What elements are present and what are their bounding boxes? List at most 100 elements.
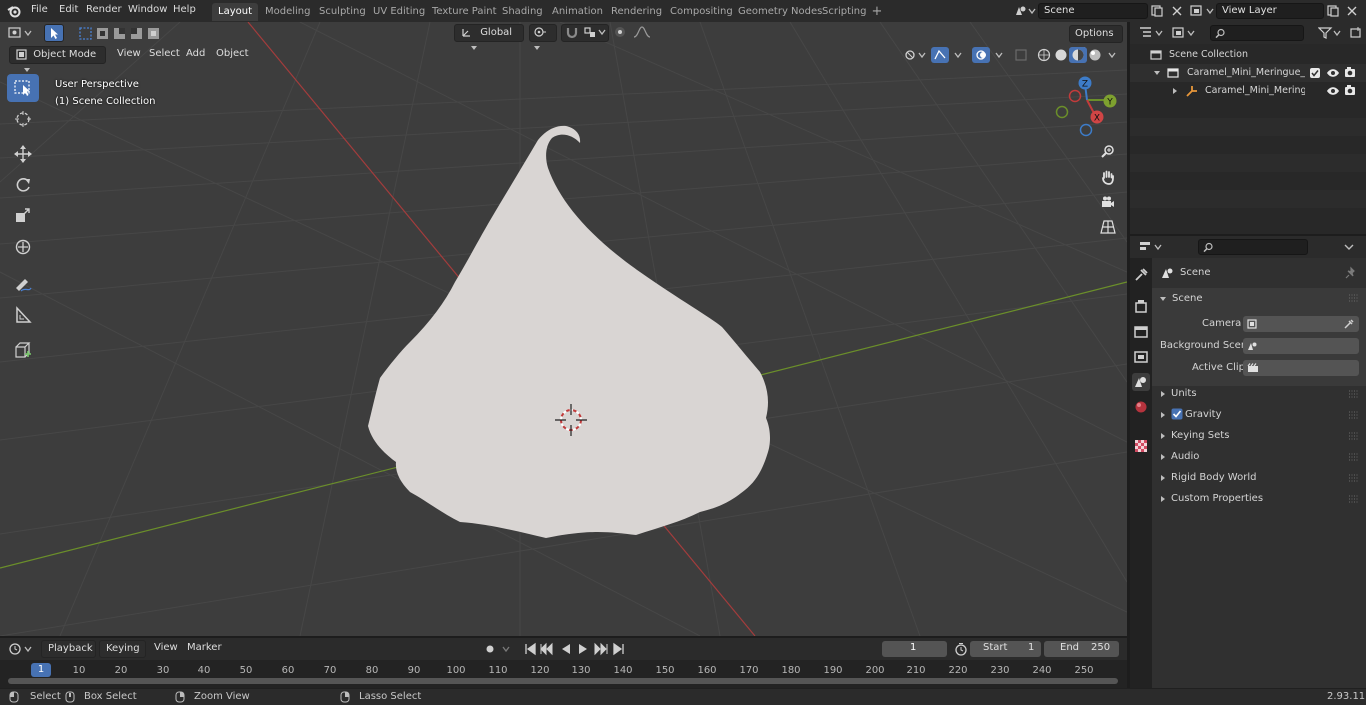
panel-rigid-body-world[interactable]: Rigid Body World (1152, 468, 1366, 488)
playback-dropdown[interactable]: Playback (41, 640, 96, 666)
tool-scale[interactable] (7, 202, 39, 230)
options-dropdown[interactable]: Options (1069, 25, 1123, 51)
camera-field[interactable] (1243, 316, 1359, 332)
drag-handle-icon[interactable] (1348, 474, 1360, 482)
outliner-search-input[interactable] (1210, 25, 1304, 41)
viewport-menu-add[interactable]: Add (180, 46, 211, 64)
tool-measure[interactable] (7, 301, 39, 329)
pivot-point-dropdown[interactable] (529, 24, 557, 50)
tab-compositing[interactable]: Compositing (664, 3, 739, 21)
keying-dropdown[interactable]: Keying (99, 640, 146, 666)
tab-animation[interactable]: Animation (546, 3, 609, 21)
viewport-menu-view[interactable]: View (111, 46, 147, 64)
menu-edit[interactable]: Edit (59, 4, 78, 15)
filter-icon[interactable] (1318, 26, 1342, 40)
scene-selector-icon[interactable] (1014, 4, 1036, 18)
viewport-overlay-shading-icons[interactable] (902, 47, 1122, 63)
editor-type-icon[interactable] (8, 26, 36, 40)
drag-handle-icon[interactable] (1348, 432, 1360, 440)
selection-mode-group[interactable] (76, 24, 162, 42)
tool-transform[interactable] (7, 233, 39, 261)
zoom-view-button[interactable] (1097, 141, 1119, 163)
select-tool-mode-button[interactable] (44, 24, 64, 42)
blender-logo-icon[interactable] (7, 4, 21, 18)
current-frame-field[interactable]: 1 (882, 641, 947, 657)
active-clip-field[interactable] (1243, 360, 1359, 376)
tab-shading[interactable]: Shading (496, 3, 549, 21)
drag-handle-icon[interactable] (1348, 411, 1360, 419)
tab-sculpting[interactable]: Sculpting (313, 3, 372, 21)
display-mode-icon[interactable] (1172, 26, 1198, 40)
timeline-menu-marker[interactable]: Marker (181, 640, 228, 658)
tab-texture-paint[interactable]: Texture Paint (426, 3, 503, 21)
panel-custom-properties[interactable]: Custom Properties (1152, 489, 1366, 509)
duplicate-view-layer-icon[interactable] (1326, 4, 1340, 18)
transform-orientation-dropdown[interactable]: Global (454, 24, 524, 50)
properties-editor-type-icon[interactable] (1139, 240, 1165, 254)
panel-audio[interactable]: Audio (1152, 447, 1366, 467)
orientation-gizmo[interactable]: Y Z X (1055, 76, 1117, 137)
drag-handle-icon[interactable] (1348, 294, 1360, 302)
camera-view-button[interactable] (1097, 191, 1119, 213)
viewport-menu-object[interactable]: Object (210, 46, 255, 64)
pin-icon[interactable] (1344, 266, 1358, 280)
snapping-group[interactable] (561, 24, 609, 42)
new-collection-icon[interactable] (1349, 26, 1363, 40)
menu-help[interactable]: Help (173, 4, 196, 15)
playback-controls[interactable] (481, 641, 631, 657)
close-scene-icon[interactable] (1170, 4, 1184, 18)
tool-annotate[interactable] (7, 270, 39, 298)
timeline-menu-view[interactable]: View (148, 640, 184, 658)
outliner-row-scene-collection[interactable]: Scene Collection (1130, 46, 1366, 64)
outliner-editor-type-icon[interactable] (1139, 26, 1165, 40)
tab-rendering[interactable]: Rendering (605, 3, 668, 21)
collapse-scene-panel-icon[interactable] (1159, 295, 1167, 303)
background-scene-field[interactable] (1243, 338, 1359, 354)
proportional-editing-group[interactable] (612, 24, 658, 42)
drag-handle-icon[interactable] (1348, 453, 1360, 461)
duplicate-scene-icon[interactable] (1150, 4, 1164, 18)
panel-gravity[interactable]: Gravity (1152, 405, 1366, 425)
close-view-layer-icon[interactable] (1345, 4, 1359, 18)
render-camera-icon[interactable] (1343, 66, 1357, 79)
stopwatch-icon[interactable] (954, 642, 968, 656)
menu-file[interactable]: File (31, 4, 48, 15)
object-render-camera-icon[interactable] (1343, 84, 1357, 97)
end-frame-field[interactable]: End 250 (1044, 641, 1119, 657)
object-visibility-eye-icon[interactable] (1326, 85, 1340, 97)
drag-handle-icon[interactable] (1348, 390, 1360, 398)
exclude-checkbox-icon[interactable] (1309, 67, 1321, 79)
tab-output[interactable] (1132, 323, 1150, 341)
tool-move[interactable] (7, 140, 39, 168)
tool-select-box[interactable] (7, 74, 39, 102)
tool-cursor[interactable] (7, 105, 39, 133)
tab-world[interactable] (1132, 398, 1150, 416)
tool-rotate[interactable] (7, 171, 39, 199)
tab-view-layer[interactable] (1132, 348, 1150, 366)
pan-view-button[interactable] (1097, 166, 1119, 188)
tab-scene[interactable] (1132, 373, 1150, 391)
tab-layout[interactable]: Layout (212, 3, 258, 21)
visibility-eye-icon[interactable] (1326, 67, 1340, 79)
scene-name-field[interactable]: Scene (1038, 3, 1148, 19)
gravity-checkbox-icon[interactable] (1171, 408, 1183, 420)
playhead-frame-indicator[interactable]: 1 (31, 663, 51, 677)
timeline-editor-type-icon[interactable] (8, 642, 36, 656)
expand-object-icon[interactable] (1171, 87, 1179, 95)
timeline-scrollbar[interactable] (8, 678, 1118, 684)
toggle-perspective-button[interactable] (1097, 216, 1119, 238)
tab-geometry-nodes[interactable]: Geometry Nodes (732, 3, 828, 21)
tab-scripting[interactable]: Scripting (816, 3, 872, 21)
view-layer-name-field[interactable]: View Layer (1216, 3, 1324, 19)
outliner-row-object[interactable]: Caramel_Mini_Meringue_ (1130, 82, 1366, 100)
drag-handle-icon[interactable] (1348, 495, 1360, 503)
timeline-ruler[interactable]: 1 10 20 30 40 50 60 70 80 90 100 110 120… (0, 660, 1127, 688)
properties-options-chevron-icon[interactable] (1342, 240, 1356, 254)
panel-keying-sets[interactable]: Keying Sets (1152, 426, 1366, 446)
tab-texture[interactable] (1132, 437, 1150, 455)
menu-window[interactable]: Window (128, 4, 167, 15)
panel-units[interactable]: Units (1152, 384, 1366, 404)
tab-tool[interactable] (1132, 266, 1150, 284)
tab-uv-editing[interactable]: UV Editing (367, 3, 431, 21)
tab-render[interactable] (1132, 298, 1150, 316)
